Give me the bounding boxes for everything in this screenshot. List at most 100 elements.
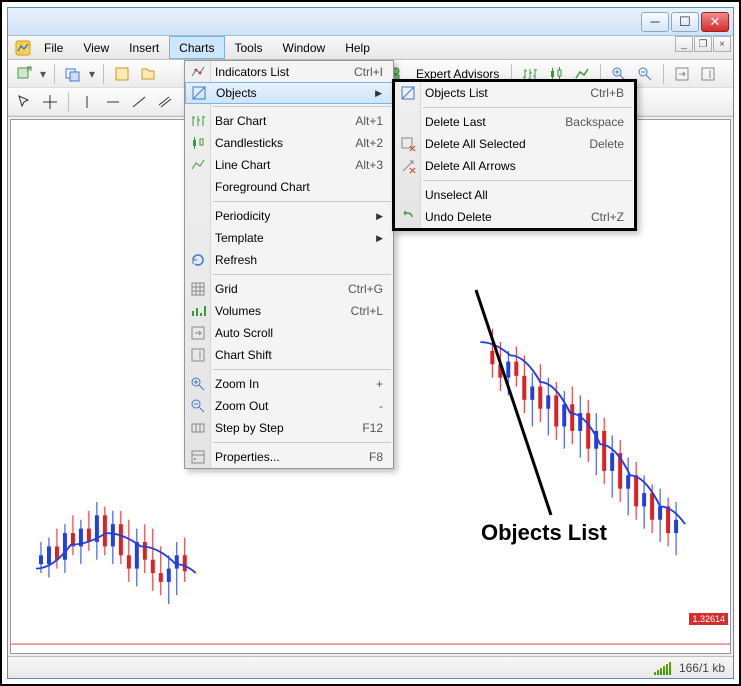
- shift-icon: [189, 346, 207, 364]
- profiles-icon[interactable]: [61, 63, 85, 85]
- mdi-minimize-button[interactable]: _: [675, 36, 693, 52]
- channel-icon[interactable]: [153, 91, 177, 113]
- menuitem-label: Bar Chart: [215, 114, 335, 128]
- menuitem-step-by-step[interactable]: Step by Step F12: [185, 417, 393, 439]
- submenu-arrow-icon: ▶: [375, 88, 382, 99]
- menu-help[interactable]: Help: [335, 36, 380, 59]
- menuitem-label: Candlesticks: [215, 136, 335, 150]
- trendline-icon[interactable]: [127, 91, 151, 113]
- submenu-arrow-icon: ▶: [376, 211, 383, 222]
- dropdown-arrow-icon[interactable]: ▾: [38, 63, 48, 85]
- blank-icon: [399, 186, 417, 204]
- menu-tools[interactable]: Tools: [225, 36, 273, 59]
- blank-icon: [399, 113, 417, 131]
- menuitem-line-chart[interactable]: Line Chart Alt+3: [185, 154, 393, 176]
- crosshair-icon[interactable]: [38, 91, 62, 113]
- menuitem-shortcut: F12: [362, 421, 383, 435]
- autoscroll-icon[interactable]: [670, 63, 694, 85]
- menuitem-label: Properties...: [215, 450, 349, 464]
- dropdown-arrow-icon[interactable]: ▾: [87, 63, 97, 85]
- menu-view[interactable]: View: [73, 36, 119, 59]
- menu-window[interactable]: Window: [273, 36, 336, 59]
- blank-icon: [189, 229, 207, 247]
- menuitem-label: Unselect All: [425, 188, 624, 202]
- bar-icon: [189, 112, 207, 130]
- menu-file[interactable]: File: [34, 36, 73, 59]
- maximize-button[interactable]: ☐: [671, 12, 699, 32]
- menuitem-volumes[interactable]: Volumes Ctrl+L: [185, 300, 393, 322]
- objects-submenu: Objects ListCtrl+BDelete LastBackspaceDe…: [392, 79, 637, 231]
- menuitem-zoom-out[interactable]: Zoom Out-: [185, 395, 393, 417]
- menuitem-zoom-in[interactable]: Zoom In +: [185, 373, 393, 395]
- menuitem-label: Step by Step: [215, 421, 342, 435]
- menuitem-properties-[interactable]: Properties... F8: [185, 446, 393, 468]
- blank-icon: [189, 178, 207, 196]
- zoomin-icon: [189, 375, 207, 393]
- price-tag: 1.32614: [689, 613, 728, 625]
- menuitem-label: Line Chart: [215, 158, 335, 172]
- autoscroll-icon: [189, 324, 207, 342]
- menuitem-delete-all-arrows[interactable]: Delete All Arrows: [395, 155, 634, 177]
- menuitem-candlesticks[interactable]: Candlesticks Alt+2: [185, 132, 393, 154]
- horizontal-line-icon[interactable]: [101, 91, 125, 113]
- menuitem-refresh[interactable]: Refresh: [185, 249, 393, 271]
- menu-insert[interactable]: Insert: [119, 36, 169, 59]
- menuitem-shortcut: Ctrl+B: [590, 86, 624, 100]
- menuitem-indicators-list[interactable]: Indicators ListCtrl+I: [185, 61, 393, 83]
- volumes-icon: [189, 302, 207, 320]
- menuitem-objects[interactable]: Objects▶: [185, 82, 393, 104]
- menuitem-label: Chart Shift: [215, 348, 383, 362]
- vertical-line-icon[interactable]: [75, 91, 99, 113]
- titlebar: ─ ☐ ✕: [8, 8, 733, 36]
- menuitem-template[interactable]: Template▶: [185, 227, 393, 249]
- menuitem-auto-scroll[interactable]: Auto Scroll: [185, 322, 393, 344]
- menuitem-objects-list[interactable]: Objects List Ctrl+B: [395, 82, 634, 104]
- menu-charts[interactable]: Charts: [169, 36, 224, 59]
- menuitem-unselect-all[interactable]: Unselect All: [395, 184, 634, 206]
- minimize-button[interactable]: ─: [641, 12, 669, 32]
- menuitem-label: Zoom Out: [215, 399, 359, 413]
- menuitem-shortcut: F8: [369, 450, 383, 464]
- candle-icon: [189, 134, 207, 152]
- menuitem-label: Grid: [215, 282, 328, 296]
- close-button[interactable]: ✕: [701, 12, 729, 32]
- objlist-icon: [399, 84, 417, 102]
- menuitem-bar-chart[interactable]: Bar ChartAlt+1: [185, 110, 393, 132]
- menuitem-label: Foreground Chart: [215, 180, 383, 194]
- menuitem-label: Zoom In: [215, 377, 356, 391]
- menuitem-label: Auto Scroll: [215, 326, 383, 340]
- menubar: FileViewInsertChartsToolsWindowHelp _ ❐ …: [8, 36, 733, 60]
- menuitem-delete-all-selected[interactable]: Delete All SelectedDelete: [395, 133, 634, 155]
- menuitem-undo-delete[interactable]: Undo DeleteCtrl+Z: [395, 206, 634, 228]
- cursor-icon[interactable]: [12, 91, 36, 113]
- menuitem-chart-shift[interactable]: Chart Shift: [185, 344, 393, 366]
- step-icon: [189, 419, 207, 437]
- props-icon: [189, 448, 207, 466]
- menuitem-shortcut: Alt+2: [355, 136, 383, 150]
- menuitem-periodicity[interactable]: Periodicity▶: [185, 205, 393, 227]
- menuitem-label: Volumes: [215, 304, 331, 318]
- mdi-restore-button[interactable]: ❐: [694, 36, 712, 52]
- grid-icon: [189, 280, 207, 298]
- menuitem-delete-last[interactable]: Delete LastBackspace: [395, 111, 634, 133]
- menuitem-shortcut: +: [376, 377, 383, 391]
- app-icon: [12, 36, 34, 59]
- menuitem-shortcut: Ctrl+I: [354, 65, 383, 79]
- delsel-icon: [399, 135, 417, 153]
- menuitem-shortcut: Ctrl+L: [351, 304, 383, 318]
- menuitem-label: Delete All Arrows: [425, 159, 624, 173]
- objects-icon: [190, 84, 208, 102]
- chart-shift-icon[interactable]: [696, 63, 720, 85]
- submenu-arrow-icon: ▶: [376, 233, 383, 244]
- navigator-icon[interactable]: [136, 63, 160, 85]
- market-watch-icon[interactable]: [110, 63, 134, 85]
- zoomout-icon: [189, 397, 207, 415]
- menuitem-foreground-chart[interactable]: Foreground Chart: [185, 176, 393, 198]
- mdi-close-button[interactable]: ×: [713, 36, 731, 52]
- new-chart-icon[interactable]: [12, 63, 36, 85]
- menuitem-label: Refresh: [215, 253, 383, 267]
- connection-signal-icon: [654, 661, 671, 675]
- menuitem-shortcut: Alt+3: [355, 158, 383, 172]
- menuitem-label: Objects List: [425, 86, 570, 100]
- menuitem-grid[interactable]: GridCtrl+G: [185, 278, 393, 300]
